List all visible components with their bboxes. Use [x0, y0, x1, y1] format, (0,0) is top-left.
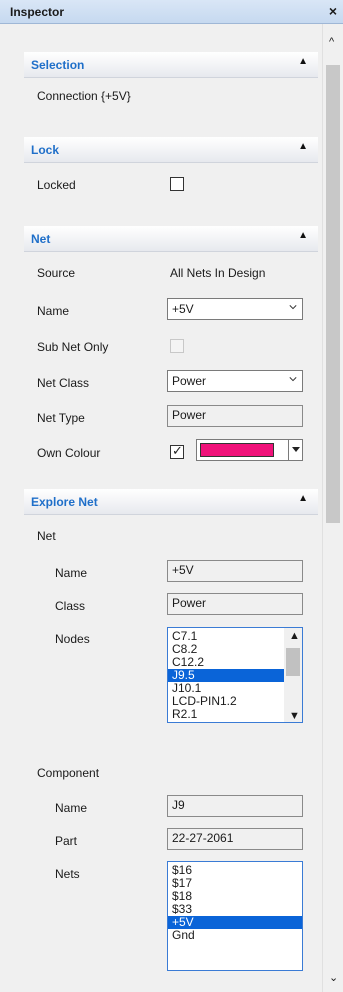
colour-picker[interactable]: [196, 439, 303, 461]
explore-net-heading: Net: [37, 529, 56, 543]
nodes-listbox[interactable]: C7.1 C8.2 C12.2 J9.5 J10.1 LCD-PIN1.2 R2.1 ▲ ▼: [167, 627, 303, 723]
net-header[interactable]: Net ▲: [24, 226, 318, 252]
comp-name-field: J9: [167, 795, 303, 817]
net-name-value: +5V: [172, 302, 194, 316]
subnet-label: Sub Net Only: [37, 340, 109, 354]
selection-header[interactable]: Selection ▲: [24, 52, 318, 78]
scroll-up-icon[interactable]: ▲: [289, 630, 300, 642]
source-value: All Nets In Design: [170, 266, 266, 280]
netclass-label: Net Class: [37, 376, 90, 390]
owncolour-checkbox[interactable]: ✓: [170, 443, 184, 459]
selection-value: Connection {+5V}: [37, 89, 131, 103]
nodes-label: Nodes: [55, 632, 90, 646]
explore-net-name-field: +5V: [167, 560, 303, 582]
nodes-scrollbar[interactable]: ▲ ▼: [284, 628, 302, 722]
collapse-icon[interactable]: ▲: [298, 141, 308, 152]
net-type-field: Power: [167, 405, 303, 427]
net-title: Net: [31, 232, 51, 246]
chevron-down-icon: [289, 305, 297, 310]
list-item[interactable]: Gnd: [168, 929, 302, 942]
colour-swatch: [200, 443, 274, 457]
lock-section: Lock ▲ Locked: [24, 137, 318, 197]
scroll-up-icon[interactable]: ^: [329, 36, 334, 48]
comp-nets-label: Nets: [55, 867, 80, 881]
explore-class-label: Class: [55, 599, 86, 613]
scroll-thumb[interactable]: [326, 65, 340, 523]
name-label: Name: [37, 304, 70, 318]
nodes-items: C7.1 C8.2 C12.2 J9.5 J10.1 LCD-PIN1.2 R2.1: [168, 628, 286, 721]
locked-checkbox[interactable]: [170, 177, 184, 191]
explore-net-section: Explore Net ▲ Net Name +5V Class Power N…: [24, 489, 318, 992]
lock-title: Lock: [31, 143, 60, 157]
explore-net-class-value: Power: [172, 596, 207, 610]
inspector-titlebar: Inspector ×: [0, 0, 343, 24]
selection-title: Selection: [31, 58, 85, 72]
net-class-combobox[interactable]: Power: [167, 370, 303, 392]
explore-name-label: Name: [55, 566, 88, 580]
net-class-value: Power: [172, 374, 207, 388]
component-heading: Component: [37, 766, 100, 780]
source-label: Source: [37, 266, 76, 280]
scroll-down-icon[interactable]: ▼: [289, 710, 300, 722]
collapse-icon[interactable]: ▲: [298, 230, 308, 241]
dropdown-arrow-icon: [292, 447, 300, 452]
chevron-down-icon: [289, 377, 297, 382]
comp-part-label: Part: [55, 834, 78, 848]
main-scrollbar[interactable]: ^ ⌄: [322, 24, 343, 992]
nets-items: $16 $17 $18 $33 +5V Gnd: [168, 862, 302, 942]
window-title: Inspector: [10, 5, 65, 19]
subnet-checkbox[interactable]: [170, 339, 184, 353]
locked-label: Locked: [37, 178, 76, 192]
comp-part-field: 22-27-2061: [167, 828, 303, 850]
close-icon[interactable]: ×: [329, 3, 337, 19]
collapse-icon[interactable]: ▲: [298, 493, 308, 504]
explore-net-header[interactable]: Explore Net ▲: [24, 489, 318, 515]
colour-dropdown-button[interactable]: [288, 440, 302, 460]
list-item[interactable]: R2.1: [168, 708, 286, 721]
explore-net-class-field: Power: [167, 593, 303, 615]
explore-net-title: Explore Net: [31, 495, 98, 509]
inspector-content: Selection ▲ Connection {+5V} Lock ▲ Lock…: [0, 24, 322, 992]
nettype-label: Net Type: [37, 411, 85, 425]
check-icon: ✓: [172, 443, 183, 458]
owncolour-label: Own Colour: [37, 446, 101, 460]
collapse-icon[interactable]: ▲: [298, 56, 308, 67]
comp-name-label: Name: [55, 801, 88, 815]
scroll-thumb[interactable]: [286, 648, 300, 676]
net-section: Net ▲ Source All Nets In Design Name +5V…: [24, 226, 318, 471]
comp-name-value: J9: [172, 798, 185, 812]
comp-part-value: 22-27-2061: [172, 831, 234, 845]
net-type-value: Power: [172, 408, 207, 422]
explore-net-name-value: +5V: [172, 563, 194, 577]
selection-section: Selection ▲ Connection {+5V}: [24, 52, 318, 110]
lock-header[interactable]: Lock ▲: [24, 137, 318, 163]
scroll-down-icon[interactable]: ⌄: [329, 971, 338, 984]
net-name-combobox[interactable]: +5V: [167, 298, 303, 320]
comp-nets-listbox[interactable]: $16 $17 $18 $33 +5V Gnd: [167, 861, 303, 971]
